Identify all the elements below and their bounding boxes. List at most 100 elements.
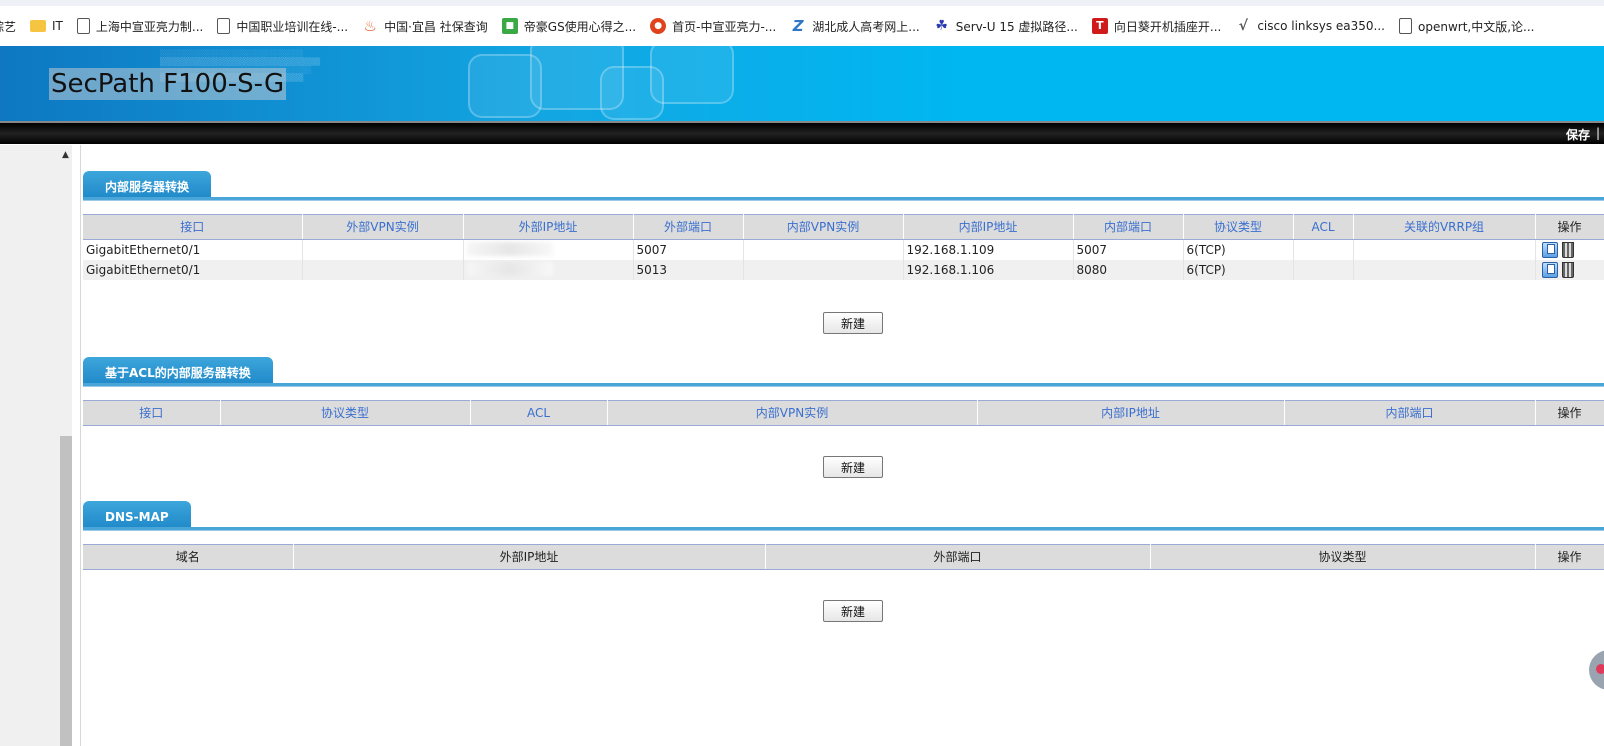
tab-strip-edge <box>0 0 1604 6</box>
save-link[interactable]: 保存 <box>1566 126 1590 143</box>
cell-interface: GigabitEthernet0/1 <box>83 239 303 260</box>
bookmark-item[interactable]: ● 首页-中宣亚亮力-... <box>650 18 776 35</box>
bookmark-item[interactable]: ☘ Serv-U 15 虚拟路径... <box>934 18 1078 35</box>
bookmark-label: 帝豪GS使用心得之... <box>523 19 637 34</box>
edit-icon[interactable] <box>1541 242 1558 258</box>
internal-server-table: 接口 外部VPN实例 外部IP地址 外部端口 内部VPN实例 内部IP地址 内部… <box>83 214 1604 280</box>
new-acl-internal-server-button[interactable]: 新建 <box>823 456 883 478</box>
cell-ext-ip <box>463 260 634 280</box>
document-icon <box>1399 18 1412 34</box>
bookmark-list: 综艺 IT 上海中宣亚亮力制... 中国职业培训在线-... ♨ 中国·宜昌 社保… <box>0 15 1548 37</box>
redacted-ip <box>466 241 553 256</box>
bookmark-item[interactable]: 中国职业培训在线-... <box>217 18 348 35</box>
scroll-up-arrow-icon[interactable]: ▲ <box>62 150 70 160</box>
cell-ext-vpn <box>302 260 464 280</box>
cell-int-vpn <box>743 239 904 260</box>
bookmark-label: 中国·宜昌 社保查询 <box>384 19 488 34</box>
cell-protocol: 6(TCP) <box>1183 260 1294 280</box>
bookmark-folder-it[interactable]: IT <box>30 19 63 33</box>
floating-badge-icon <box>1596 664 1604 674</box>
bookmark-item[interactable]: 上海中宣亚亮力制... <box>76 18 204 35</box>
cell-int-ip: 192.168.1.109 <box>903 239 1074 260</box>
document-icon <box>217 18 231 34</box>
toolbar-separator: | <box>1595 126 1600 140</box>
trash-icon[interactable] <box>1561 262 1574 278</box>
bookmark-item[interactable]: √ cisco linksys ea350... <box>1235 18 1385 34</box>
cell-ext-port: 5013 <box>633 260 744 280</box>
column-header: 外部IP地址 <box>293 544 766 570</box>
column-header: 内部IP地址 <box>977 400 1285 426</box>
bookmark-item[interactable]: ■ 帝豪GS使用心得之... <box>501 18 637 35</box>
column-header: 接口 <box>83 400 221 426</box>
cell-vrrp <box>1353 260 1536 280</box>
section-tab-acl-internal-server[interactable]: 基于ACL的内部服务器转换 <box>83 357 273 385</box>
cell-int-port: 5007 <box>1073 239 1184 260</box>
column-header: 操作 <box>1535 214 1604 240</box>
product-title: SecPath F100-S-G <box>49 68 287 100</box>
bookmark-label: cisco linksys ea350... <box>1257 19 1385 33</box>
edit-icon[interactable] <box>1541 262 1558 278</box>
section-rule <box>83 383 1604 387</box>
section-tab-dns-map[interactable]: DNS-MAP <box>83 501 191 529</box>
table-header-row: 接口 外部VPN实例 外部IP地址 外部端口 内部VPN实例 内部IP地址 内部… <box>83 214 1604 240</box>
cell-ext-vpn <box>302 239 464 260</box>
bookmark-label: Serv-U 15 虚拟路径... <box>955 19 1078 34</box>
bookmark-label: 向日葵开机插座开... <box>1113 19 1222 34</box>
cell-ext-port: 5007 <box>633 239 744 260</box>
bookmark-item[interactable]: ♨ 中国·宜昌 社保查询 <box>362 18 488 35</box>
red-logo-icon: ● <box>650 18 667 34</box>
bookmark-item[interactable]: 综艺 <box>0 18 16 35</box>
cell-protocol: 6(TCP) <box>1183 239 1294 260</box>
bookmark-label: IT <box>52 19 63 33</box>
bookmark-label: openwrt,中文版,论... <box>1418 19 1535 34</box>
bookmark-item[interactable]: T 向日葵开机插座开... <box>1091 18 1222 35</box>
new-dns-map-button[interactable]: 新建 <box>823 600 883 622</box>
column-header: 内部端口 <box>1073 214 1184 240</box>
column-header: 外部IP地址 <box>463 214 634 240</box>
column-header: 外部端口 <box>765 544 1151 570</box>
column-header: 内部端口 <box>1284 400 1536 426</box>
column-header: ACL <box>470 400 608 426</box>
column-header: 接口 <box>83 214 303 240</box>
dns-map-table: 域名 外部IP地址 外部端口 协议类型 操作 <box>83 544 1604 570</box>
scrollbar-thumb[interactable] <box>60 436 72 746</box>
bookmark-label: 湖北成人高考网上... <box>812 19 920 34</box>
cell-acl <box>1293 260 1354 280</box>
top-toolbar: 保存 | <box>0 121 1604 144</box>
bookmark-label: 上海中宣亚亮力制... <box>95 19 204 34</box>
new-internal-server-button[interactable]: 新建 <box>823 312 883 334</box>
cell-vrrp <box>1353 239 1536 260</box>
column-header: 外部端口 <box>633 214 744 240</box>
bookmark-item[interactable]: openwrt,中文版,论... <box>1399 18 1534 35</box>
bookmark-label: 中国职业培训在线-... <box>236 19 349 34</box>
bookmark-label: 综艺 <box>0 19 17 34</box>
column-header: ACL <box>1293 214 1354 240</box>
cell-int-port: 8080 <box>1073 260 1184 280</box>
document-icon <box>76 18 90 34</box>
folder-icon <box>30 20 47 32</box>
cell-int-vpn <box>743 260 904 280</box>
column-header: 协议类型 <box>220 400 471 426</box>
cell-int-ip: 192.168.1.106 <box>903 260 1074 280</box>
column-header: 关联的VRRP组 <box>1353 214 1536 240</box>
bookmarks-bar: 综艺 IT 上海中宣亚亮力制... 中国职业培训在线-... ♨ 中国·宜昌 社保… <box>0 0 1604 47</box>
content-divider <box>80 145 81 746</box>
bookmark-item[interactable]: Z 湖北成人高考网上... <box>790 18 920 35</box>
acl-internal-server-table: 接口 协议类型 ACL 内部VPN实例 内部IP地址 内部端口 操作 <box>83 400 1604 426</box>
column-header: 域名 <box>83 544 294 570</box>
t-logo-icon: T <box>1091 18 1108 34</box>
column-header: 内部VPN实例 <box>607 400 978 426</box>
green-logo-icon: ■ <box>501 18 518 34</box>
column-header: 协议类型 <box>1183 214 1294 240</box>
table-row: GigabitEthernet0/1 5013 192.168.1.106 80… <box>83 260 1604 280</box>
table-header-row: 接口 协议类型 ACL 内部VPN实例 内部IP地址 内部端口 操作 <box>83 400 1604 426</box>
trash-icon[interactable] <box>1561 242 1574 258</box>
cell-ext-ip <box>463 239 634 260</box>
bookmark-label: 首页-中宣亚亮力-... <box>672 19 777 34</box>
cisco-icon: √ <box>1238 18 1248 34</box>
section-tab-internal-server[interactable]: 内部服务器转换 <box>83 171 212 199</box>
column-header: 操作 <box>1535 400 1604 426</box>
redacted-ip <box>466 261 553 276</box>
cell-actions <box>1535 239 1604 260</box>
section-rule <box>83 527 1604 531</box>
